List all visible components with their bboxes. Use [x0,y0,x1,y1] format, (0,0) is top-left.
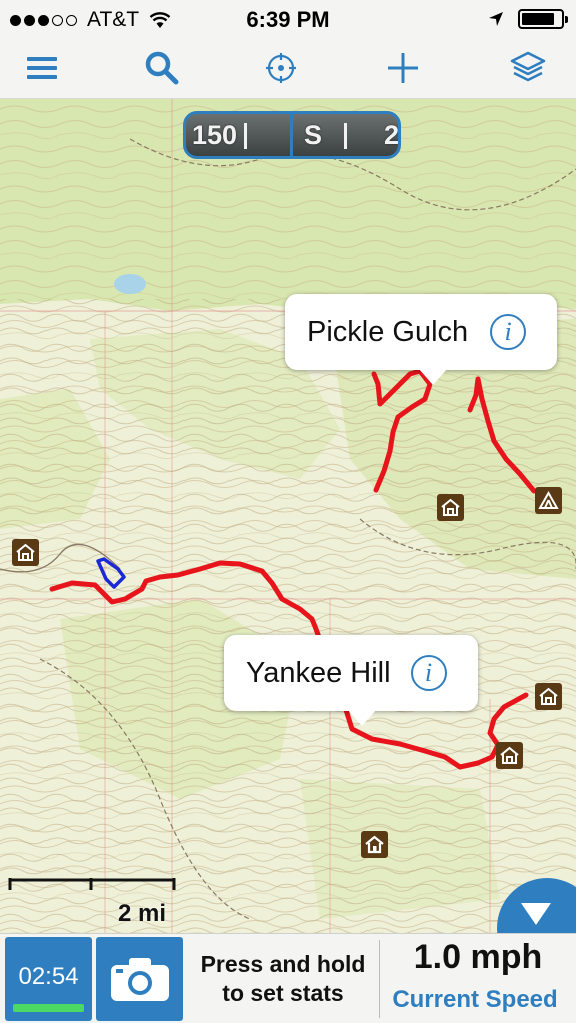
camera-button[interactable] [96,937,183,1021]
compass-heading-letter: S [304,120,323,150]
cabin-icon[interactable] [12,539,39,566]
crosshair-icon [266,53,296,83]
plus-icon [388,53,418,83]
callout-title: Pickle Gulch [307,315,469,348]
layers-icon [510,51,546,82]
scale-label: 2 mi [118,900,167,927]
speed-value: 1.0 mph [413,938,543,976]
add-button[interactable] [381,48,425,88]
callout-pointer [419,369,447,385]
compass-left-value: 150 [192,120,238,150]
compass-heading[interactable]: 150 S 2 [183,111,401,159]
compass-tick [344,123,347,149]
current-speed-stat[interactable]: 1.0 mph Current Speed [380,934,576,1023]
location-arrow-icon [489,12,503,26]
cabin-icon[interactable] [437,494,464,521]
map-canvas [0,99,576,933]
recording-indicator [13,1004,84,1012]
cabin-icon[interactable] [496,742,523,769]
stats-bar: 02:54 Press and hold to set stats 1.0 mp… [0,933,576,1023]
compass-needle [290,114,293,156]
set-stats-hint[interactable]: Press and hold to set stats [188,934,378,1023]
cabin-icon[interactable] [535,683,562,710]
scale-ruler [8,878,176,890]
triangle-down-icon [521,903,551,925]
topo-map[interactable] [0,99,576,933]
timer-button[interactable]: 02:54 [5,937,92,1021]
menu-icon [27,57,57,79]
status-bar: AT&T 6:39 PM [0,0,576,38]
callout-pointer [348,710,376,726]
callout-yankee-hill[interactable]: Yankee Hill i [224,635,478,726]
status-right [488,9,568,29]
menu-button[interactable] [20,48,64,88]
campground-icon[interactable] [535,487,562,514]
home-icon[interactable] [361,831,388,858]
elapsed-time: 02:54 [18,963,79,990]
compass-right-value: 2 [384,120,400,150]
info-icon[interactable]: i [410,655,447,691]
map-scale-bar: 2 mi [8,876,178,927]
locate-button[interactable] [259,48,303,88]
info-icon[interactable]: i [490,314,527,350]
search-button[interactable] [140,48,184,88]
camera-icon [110,958,169,1001]
compass-tick [244,123,247,149]
callout-title: Yankee Hill [246,656,391,689]
layers-button[interactable] [506,48,550,88]
battery-icon [518,9,568,29]
map-toolbar [0,38,576,99]
speed-label: Current Speed [392,986,558,1013]
search-icon [145,51,179,85]
callout-pickle-gulch[interactable]: Pickle Gulch i [285,294,557,385]
